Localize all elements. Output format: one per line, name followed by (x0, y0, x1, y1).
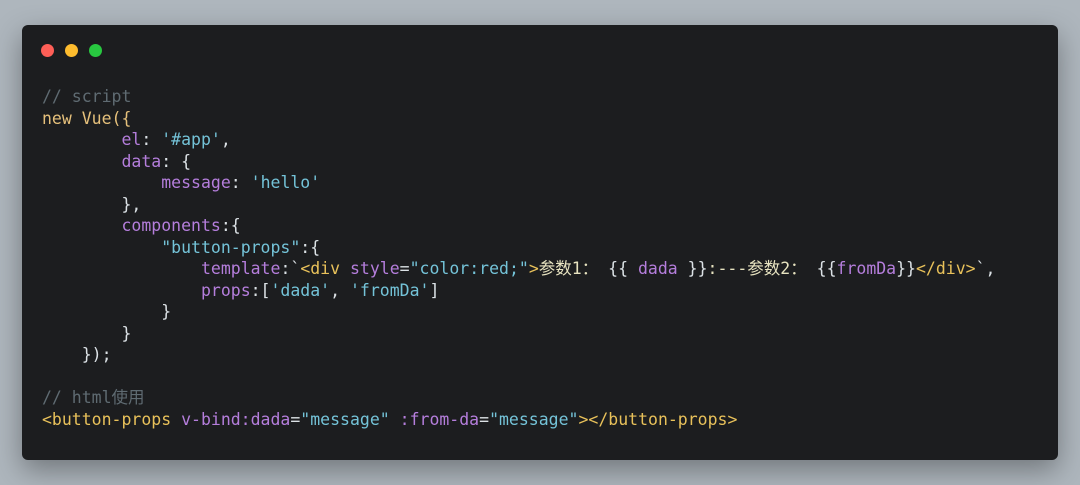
code-token: style (350, 259, 400, 278)
code-line: message: 'hello' (42, 172, 995, 194)
code-token: "button-props" (161, 237, 301, 257)
code-token: }, (42, 194, 142, 214)
code-line: }, (42, 194, 995, 216)
code-token: :[ (250, 280, 271, 300)
code-token: = (479, 409, 490, 429)
code-token: ></button-props> (578, 409, 738, 429)
code-token: > (528, 259, 539, 278)
maximize-button[interactable] (89, 44, 102, 57)
code-token: "color:red;" (409, 259, 529, 278)
code-token: new Vue({ (42, 108, 132, 128)
code-token: = (399, 259, 410, 278)
code-line: template:`<div style="color:red;">参数1： {… (42, 258, 996, 280)
code-token: : (230, 173, 251, 192)
code-token: components (121, 216, 221, 235)
minimize-button[interactable] (65, 44, 78, 57)
code-line: el: '#app', (42, 129, 995, 151)
code-token: 'fromDa' (349, 280, 430, 300)
code-line: // html使用 (42, 387, 995, 409)
code-token: "message" (300, 409, 390, 429)
code-line: } (42, 301, 995, 323)
code-token: 'dada' (270, 280, 331, 300)
code-token: </div> (916, 259, 976, 278)
code-token: {{ (816, 259, 837, 278)
code-token: 'hello' (250, 173, 321, 192)
code-block: // script new Vue({ el: '#app', data: { m… (42, 86, 995, 430)
code-token: "message" (489, 409, 579, 429)
code-token: ] (429, 280, 440, 300)
code-token: dada (637, 259, 678, 278)
code-token: <button-props (42, 409, 172, 429)
code-line: } (42, 323, 995, 345)
code-token: // html使用 (42, 388, 145, 407)
code-line: props:['dada', 'fromDa'] (42, 280, 995, 302)
code-token: template (200, 259, 281, 278)
window-controls (41, 44, 102, 57)
code-line: data: { (42, 151, 995, 173)
code-token: 参数1： (538, 259, 609, 278)
code-token: // script (42, 87, 132, 106)
code-token: = (290, 409, 301, 429)
code-line: new Vue({ (42, 108, 995, 130)
code-token: props (200, 280, 251, 300)
code-token: message (161, 173, 231, 192)
code-line: }); (42, 344, 995, 366)
code-token: {{ (608, 259, 638, 278)
code-token: '#app' (161, 130, 221, 149)
code-line: "button-props":{ (42, 237, 995, 259)
code-token: `, (975, 259, 996, 278)
code-line: // script (42, 86, 995, 108)
code-token: :{ (220, 216, 241, 235)
code-token: <div (300, 259, 341, 278)
code-token: }} (677, 259, 708, 278)
code-token: }} (896, 259, 916, 278)
code-token: data (121, 151, 162, 171)
code-token: } (42, 323, 132, 343)
close-button[interactable] (41, 44, 54, 57)
code-line: components:{ (42, 215, 995, 237)
code-token: : { (161, 151, 192, 171)
code-token: :--- (707, 259, 748, 278)
code-token: , (330, 280, 350, 300)
code-line: <button-props v-bind:dada="message" :fro… (42, 409, 995, 431)
code-token: :{ (300, 237, 321, 257)
code-token: fromDa (836, 259, 897, 278)
code-token: v-bind:dada (181, 409, 291, 429)
code-token: } (42, 302, 172, 321)
code-token: 参数2： (747, 259, 817, 278)
code-token: }); (42, 345, 112, 364)
code-window: // script new Vue({ el: '#app', data: { m… (22, 25, 1058, 460)
code-token: :from-da (399, 409, 480, 429)
code-token: :` (280, 259, 301, 278)
code-token: , (220, 130, 231, 149)
code-token: el (121, 130, 142, 149)
code-token: : (141, 130, 162, 149)
